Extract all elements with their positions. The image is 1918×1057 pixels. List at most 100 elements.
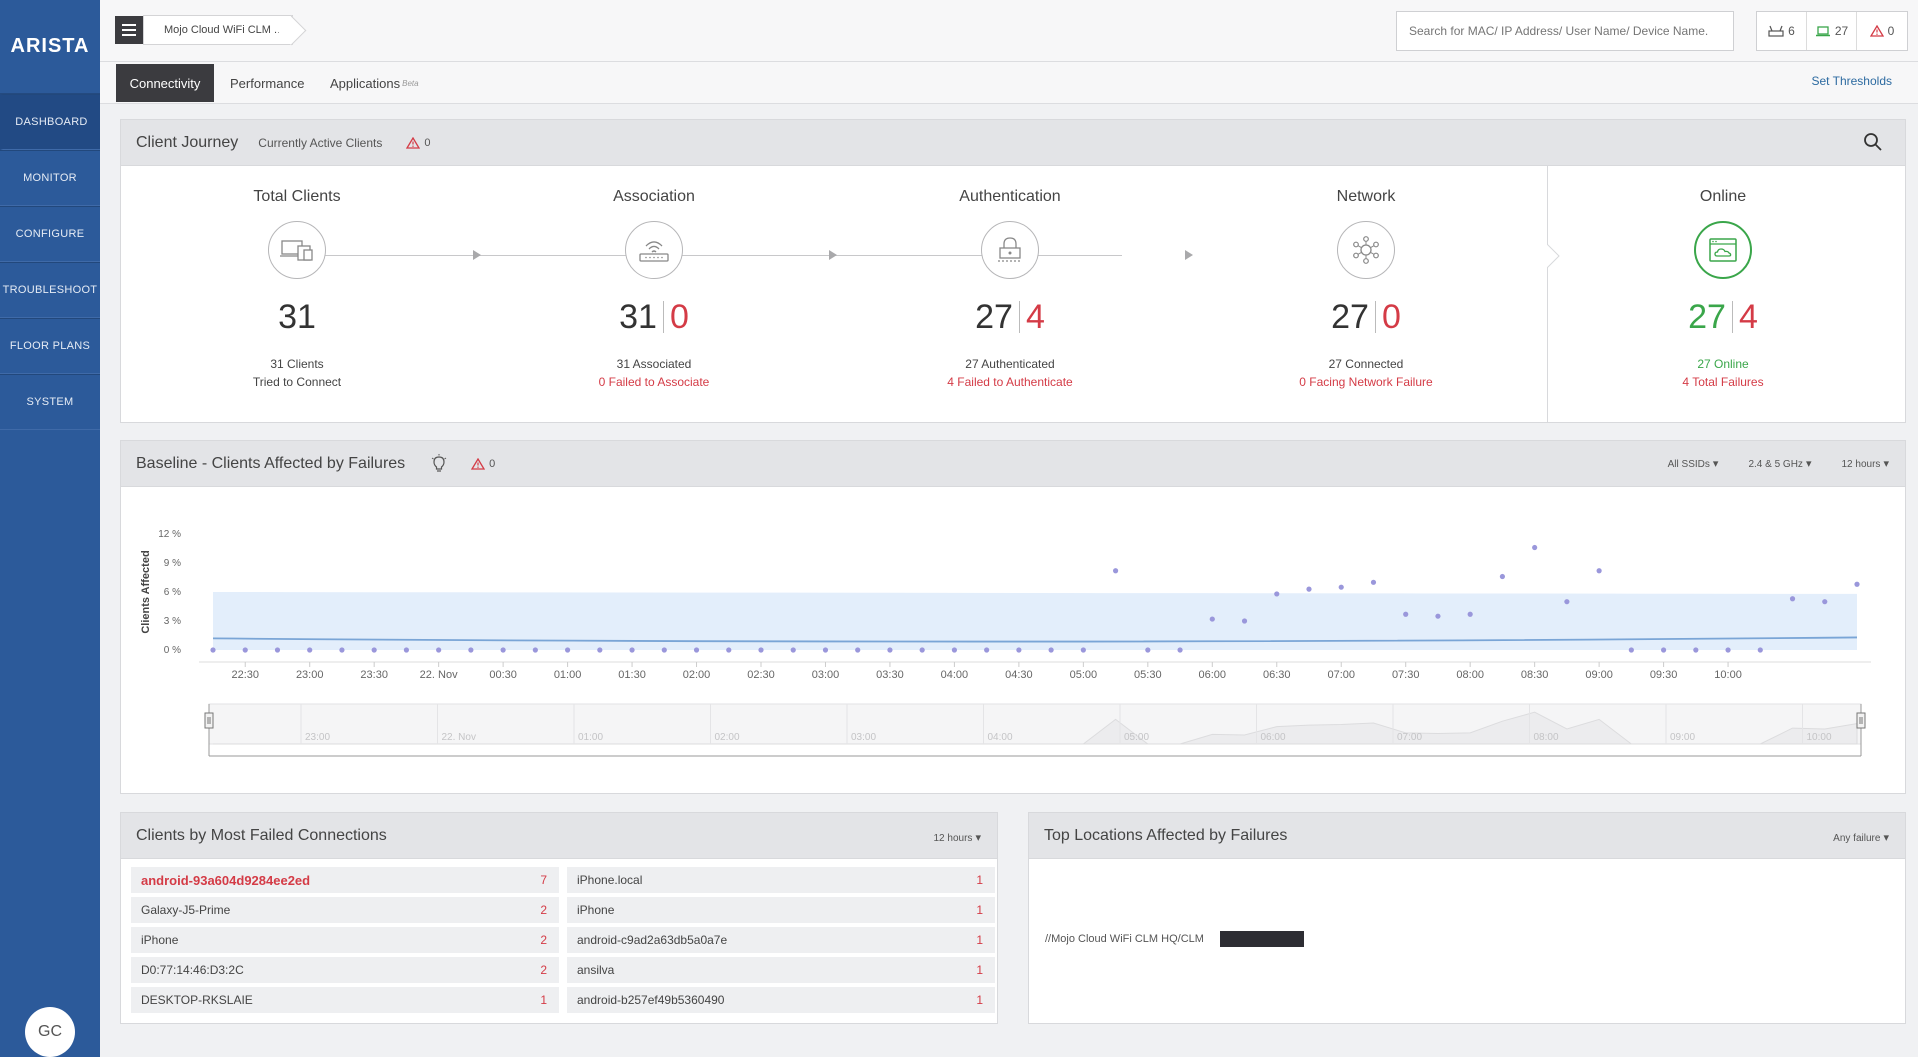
data-point: [1564, 599, 1570, 605]
sidebar-item-floor-plans[interactable]: FLOOR PLANS: [0, 318, 100, 374]
router-icon: [625, 221, 683, 279]
online-count: 27: [1688, 297, 1726, 336]
list-item[interactable]: iPhone.local 1: [567, 867, 995, 893]
navigator-handle[interactable]: [204, 712, 214, 729]
location-breadcrumb[interactable]: Mojo Cloud WiFi CLM ...: [143, 15, 293, 45]
y-tick-label: 9 %: [164, 558, 181, 569]
client-name: Galaxy-J5-Prime: [141, 903, 231, 917]
band-dropdown[interactable]: 2.4 & 5 GHz: [1748, 457, 1811, 470]
journey-arrow-icon: [829, 250, 837, 260]
x-tick-label: 04:30: [1005, 669, 1033, 681]
stage-number: 27 0: [1246, 297, 1486, 337]
user-avatar[interactable]: GC: [25, 1007, 75, 1057]
x-tick-label: 02:00: [683, 669, 711, 681]
failed-clients-list-left: android-93a604d9284ee2ed 7 Galaxy-J5-Prim…: [131, 867, 559, 1017]
list-item[interactable]: iPhone 2: [131, 927, 559, 953]
topbar: Mojo Cloud WiFi CLM ... 6 27 0: [100, 0, 1918, 62]
tab-connectivity[interactable]: Connectivity: [116, 64, 214, 102]
range-dropdown[interactable]: 12 hours: [1842, 457, 1890, 470]
stage-failure-caption[interactable]: 0 Facing Network Failure: [1246, 375, 1486, 389]
baseline-chart[interactable]: 12 % 9 % 6 % 3 % 0 % Clients Affected 22:30 23:…: [121, 487, 1905, 793]
navigator-label: 10:00: [1807, 732, 1832, 743]
clients-range-dropdown[interactable]: 12 hours: [934, 831, 982, 844]
y-axis-label: Clients Affected: [140, 550, 152, 633]
alert-counter[interactable]: 0: [1857, 12, 1907, 50]
failure-type-dropdown[interactable]: Any failure: [1833, 831, 1889, 844]
tab-applications[interactable]: Applications Beta: [314, 64, 435, 102]
data-point: [1145, 647, 1151, 653]
stage-number: 31 0: [534, 297, 774, 337]
data-point: [1789, 596, 1796, 602]
laptop-icon: [1815, 26, 1830, 37]
baseline-alert-count: 0: [489, 457, 496, 470]
fail-count: 1: [976, 933, 983, 947]
list-item[interactable]: android-c9ad2a63db5a0a7e 1: [567, 927, 995, 953]
data-point: [661, 647, 667, 653]
navigator-handle[interactable]: [1856, 712, 1866, 729]
stage-online[interactable]: Online 27 4 27 Online 4 Total Failures: [1603, 166, 1843, 389]
journey-alert[interactable]: 0: [406, 136, 430, 149]
data-point: [887, 647, 893, 653]
stage-failure-caption[interactable]: 0 Failed to Associate: [534, 375, 774, 389]
data-point: [693, 647, 700, 653]
list-item[interactable]: ansilva 1: [567, 957, 995, 983]
x-tick-label: 01:30: [618, 669, 646, 681]
data-point: [500, 647, 506, 653]
ap-counter[interactable]: 6: [1757, 12, 1807, 50]
data-point: [1822, 599, 1828, 605]
sidebar-item-monitor[interactable]: MONITOR: [0, 150, 100, 206]
ssid-dropdown[interactable]: All SSIDs: [1668, 457, 1719, 470]
stage-caption: 31 Clients: [270, 357, 324, 371]
client-count: 27: [1834, 24, 1849, 38]
stage-network[interactable]: Network 27 0 27 Connected 0 Facing Networ…: [1246, 166, 1486, 389]
lightbulb-icon[interactable]: [431, 453, 447, 474]
list-item[interactable]: android-93a604d9284ee2ed 7: [131, 867, 559, 893]
list-item[interactable]: D0:77:14:46:D3:2C 2: [131, 957, 559, 983]
data-point: [855, 647, 861, 653]
data-point: [1660, 647, 1667, 653]
data-point: [564, 647, 571, 653]
arista-logo[interactable]: ARISTA: [0, 0, 100, 94]
x-tick-label: 08:00: [1456, 669, 1484, 681]
data-point: [468, 647, 474, 653]
network-failure-count: 0: [1381, 297, 1401, 336]
x-tick-label: 00:30: [489, 669, 517, 681]
location-bar-row[interactable]: //Mojo Cloud WiFi CLM HQ/CLM: [1045, 931, 1304, 947]
baseline-alert[interactable]: 0: [471, 457, 496, 470]
client-name: iPhone: [141, 933, 179, 947]
sidebar-item-troubleshoot[interactable]: TROUBLESHOOT: [0, 262, 100, 318]
data-point: [919, 647, 925, 653]
top-locations-card: Top Locations Affected by Failures Any f…: [1028, 812, 1906, 1024]
stage-failure-caption[interactable]: 4 Failed to Authenticate: [890, 375, 1130, 389]
set-thresholds-link[interactable]: Set Thresholds: [1812, 74, 1893, 88]
tab-performance[interactable]: Performance: [214, 64, 320, 102]
stage-failure-caption[interactable]: 4 Total Failures: [1603, 375, 1843, 389]
search-icon: [1864, 133, 1882, 151]
client-counter[interactable]: 27: [1807, 12, 1857, 50]
x-tick-label: 09:30: [1650, 669, 1678, 681]
hamburger-menu-icon[interactable]: [115, 16, 143, 44]
data-point: [984, 647, 990, 653]
list-item[interactable]: Galaxy-J5-Prime 2: [131, 897, 559, 923]
sidebar-item-dashboard[interactable]: DASHBOARD: [0, 94, 100, 150]
journey-search-icon[interactable]: [1863, 132, 1883, 155]
stage-association[interactable]: Association 31 0 31 Associated 0 Failed t…: [534, 166, 774, 389]
client-journey-header: Client Journey Currently Active Clients …: [121, 120, 1905, 166]
list-item[interactable]: android-b257ef49b5360490 1: [567, 987, 995, 1013]
list-item[interactable]: iPhone 1: [567, 897, 995, 923]
sidebar-item-system[interactable]: SYSTEM: [0, 374, 100, 430]
data-point: [1757, 647, 1763, 653]
baseline-filters: All SSIDs 2.4 & 5 GHz 12 hours: [1668, 457, 1889, 470]
fail-count: 2: [540, 903, 547, 917]
x-tick-label: 04:00: [941, 669, 969, 681]
client-journey-card: Client Journey Currently Active Clients …: [120, 119, 1906, 423]
search-input[interactable]: [1396, 11, 1734, 51]
x-tick-label: 22. Nov: [420, 669, 458, 681]
list-item[interactable]: DESKTOP-RKSLAIE 1: [131, 987, 559, 1013]
dashboard-tabs: Connectivity Performance Applications Bet…: [100, 62, 1918, 104]
stage-total-clients[interactable]: Total Clients 31 31 Clients Tried to Con…: [177, 166, 417, 389]
sidebar-item-configure[interactable]: CONFIGURE: [0, 206, 100, 262]
stage-authentication[interactable]: Authentication 27 4 27 Authenticated 4 Fa…: [890, 166, 1130, 389]
number-divider: [1018, 301, 1020, 333]
x-tick-label: 01:00: [554, 669, 582, 681]
